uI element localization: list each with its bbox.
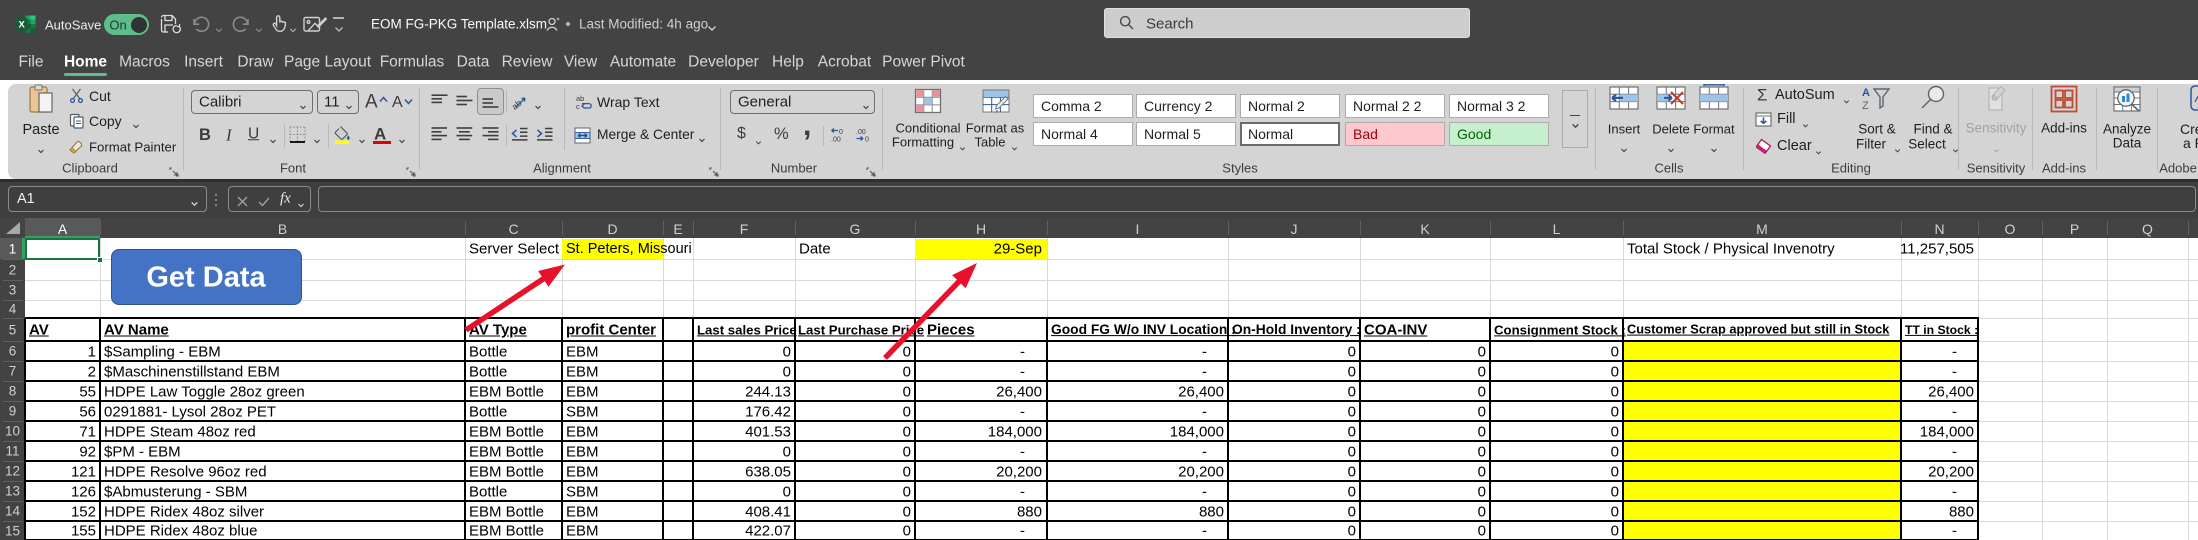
svg-text:X: X [19, 20, 26, 31]
svg-text:A: A [1862, 87, 1870, 99]
svg-text:.00: .00 [856, 129, 866, 136]
svg-text:Z: Z [1862, 100, 1869, 112]
svg-text:c: c [576, 102, 580, 110]
svg-text:ab: ab [511, 98, 524, 111]
svg-text:.00: .00 [831, 137, 841, 144]
svg-text:0: 0 [839, 129, 843, 136]
svg-text:0: 0 [865, 137, 869, 144]
